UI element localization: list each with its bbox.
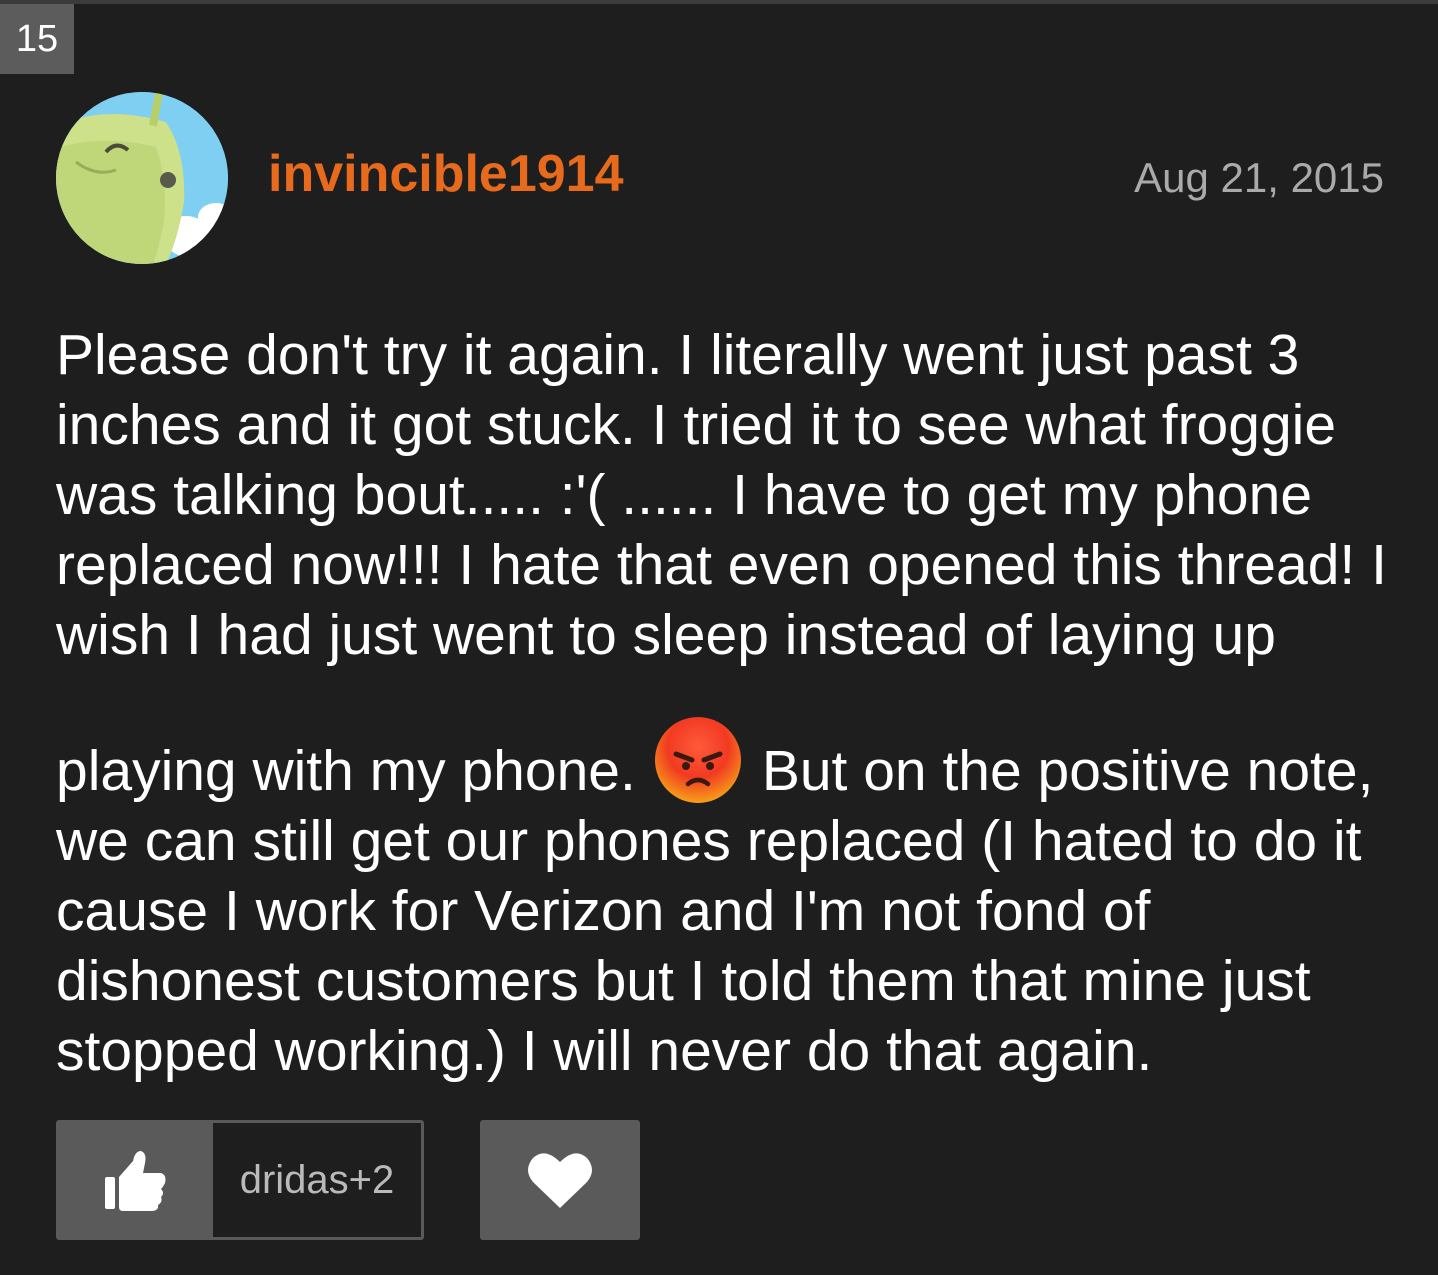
android-avatar-icon [56, 92, 228, 264]
post-body-paragraph-1: Please don't try it again. I literally w… [56, 323, 1387, 667]
like-count-link[interactable]: dridas+2 [213, 1123, 421, 1237]
avatar[interactable] [56, 92, 228, 264]
heart-icon [528, 1153, 592, 1208]
post-body: Please don't try it again. I literally w… [56, 320, 1396, 1086]
like-button[interactable] [59, 1123, 213, 1237]
angry-face-icon [654, 717, 741, 803]
author-username-link[interactable]: invincible1914 [268, 142, 624, 206]
post-body-text-before-emoji: playing with my phone. [56, 739, 636, 803]
post-date: Aug 21, 2015 [1134, 154, 1384, 201]
thumbs-up-icon [105, 1151, 166, 1211]
post-body-paragraph-2: playing with my phone. But on the positi… [56, 716, 1396, 1086]
heart-button[interactable] [480, 1120, 640, 1240]
like-group: dridas+2 [56, 1120, 424, 1240]
top-divider [0, 0, 1438, 4]
post-number-badge: 15 [0, 4, 74, 74]
